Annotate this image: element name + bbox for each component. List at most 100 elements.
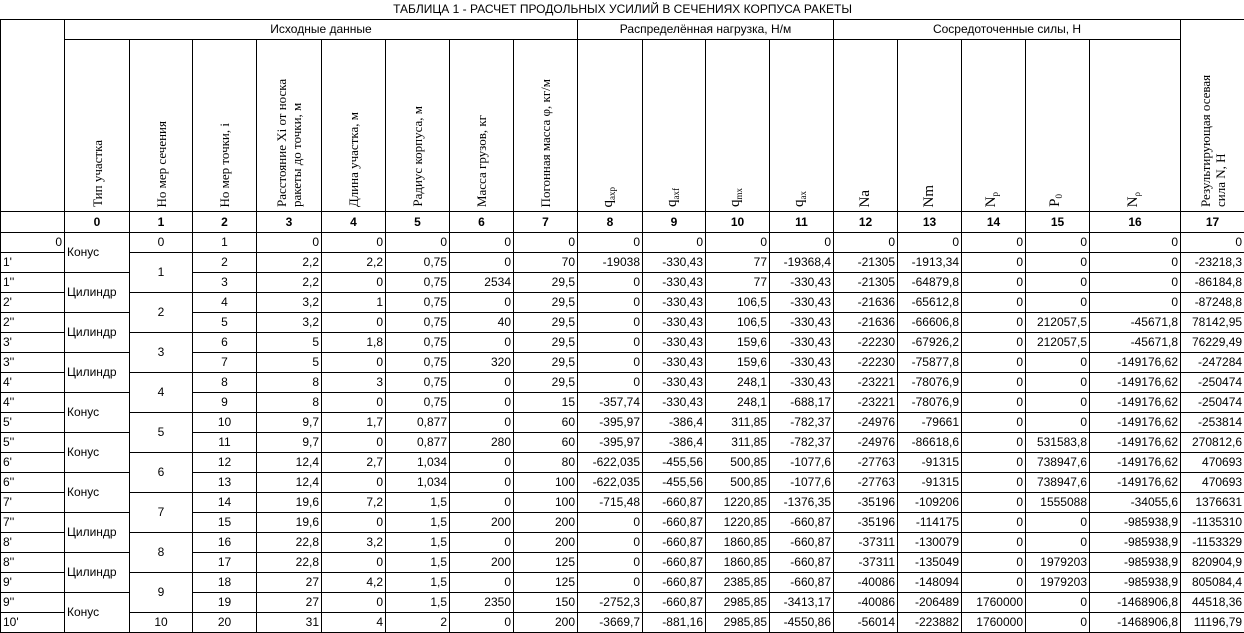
value-cell-col-11: -1077,6 xyxy=(770,473,834,493)
column-index: 8 xyxy=(578,212,643,233)
value-cell-col-11: -330,43 xyxy=(770,293,834,313)
value-cell-col-9: 0 xyxy=(643,233,706,253)
point-number: 9 xyxy=(193,393,257,413)
value-cell-col-5: 2 xyxy=(386,613,450,633)
value-cell-col-11: -330,43 xyxy=(770,333,834,353)
value-cell-col-7: 0 xyxy=(514,233,578,253)
value-cell-col-11: -1376,35 xyxy=(770,493,834,513)
value-cell-col-6: 0 xyxy=(450,533,514,553)
point-number: 16 xyxy=(193,533,257,553)
value-cell-col-12: -21636 xyxy=(834,293,898,313)
row-label: 8' xyxy=(1,533,65,553)
column-header-text: Nρ xyxy=(1126,192,1145,207)
column-index: 12 xyxy=(834,212,898,233)
table-row: 0Конус01000000000000000 xyxy=(1,233,1244,253)
column-header-16: Nρ xyxy=(1090,40,1181,212)
column-index: 6 xyxy=(450,212,514,233)
value-cell-col-7: 29,5 xyxy=(514,273,578,293)
segment-type: Конус xyxy=(65,433,130,473)
section-number: 9 xyxy=(130,573,193,613)
point-number: 1 xyxy=(193,233,257,253)
point-number: 18 xyxy=(193,573,257,593)
value-cell-col-15: 0 xyxy=(1026,413,1090,433)
value-cell-col-6: 40 xyxy=(450,313,514,333)
value-cell-col-12: -24976 xyxy=(834,433,898,453)
value-cell-col-12: -37311 xyxy=(834,533,898,553)
value-cell-col-4: 4 xyxy=(322,613,386,633)
value-cell-col-9: -881,16 xyxy=(643,613,706,633)
rocket-axial-force-table: ТАБЛИЦА 1 - РАСЧЕТ ПРОДОЛЬНЫХ УСИЛИЙ В С… xyxy=(0,0,1244,633)
column-header-15: P0 xyxy=(1026,40,1090,212)
value-cell-col-11: -330,43 xyxy=(770,373,834,393)
value-cell-col-8: -395,97 xyxy=(578,433,643,453)
column-index: 14 xyxy=(962,212,1026,233)
value-cell-col-10: 1860,85 xyxy=(706,553,770,573)
segment-type: Цилиндр xyxy=(65,353,130,393)
value-cell-col-8: -2752,3 xyxy=(578,593,643,613)
value-cell-col-8: 0 xyxy=(578,533,643,553)
value-cell-col-16: -985938,9 xyxy=(1090,533,1181,553)
column-header-subscript: axf xyxy=(671,188,681,200)
value-cell-col-17: 1376631 xyxy=(1181,493,1244,513)
value-cell-col-12: 0 xyxy=(834,233,898,253)
value-cell-col-17: 470693 xyxy=(1181,473,1244,493)
value-cell-col-12: -23221 xyxy=(834,373,898,393)
value-cell-col-12: -35196 xyxy=(834,513,898,533)
value-cell-col-12: -21305 xyxy=(834,273,898,293)
value-cell-col-17: 78142,95 xyxy=(1181,313,1244,333)
value-cell-col-9: -455,56 xyxy=(643,473,706,493)
row-label: 0 xyxy=(1,233,65,253)
value-cell-col-9: -660,87 xyxy=(643,493,706,513)
value-cell-col-3: 31 xyxy=(257,613,322,633)
value-cell-col-7: 125 xyxy=(514,573,578,593)
column-header-text: qmx xyxy=(728,188,747,207)
value-cell-col-14: 0 xyxy=(962,453,1026,473)
value-cell-col-13: -206489 xyxy=(898,593,962,613)
value-cell-col-13: -79661 xyxy=(898,413,962,433)
value-cell-col-11: -782,37 xyxy=(770,413,834,433)
value-cell-col-13: -86618,6 xyxy=(898,433,962,453)
row-label: 3' xyxy=(1,333,65,353)
value-cell-col-14: 0 xyxy=(962,273,1026,293)
section-number: 3 xyxy=(130,333,193,373)
value-cell-col-16: 0 xyxy=(1090,233,1181,253)
column-header-text: Но мер сечения xyxy=(154,121,169,207)
value-cell-col-17: -1153329 xyxy=(1181,533,1244,553)
column-header-subscript: ρ xyxy=(1132,192,1142,197)
row-label: 2'' xyxy=(1,313,65,333)
value-cell-col-3: 22,8 xyxy=(257,533,322,553)
value-cell-col-8: 0 xyxy=(578,553,643,573)
value-cell-col-12: -24976 xyxy=(834,413,898,433)
value-cell-col-17: -87248,8 xyxy=(1181,293,1244,313)
value-cell-col-3: 12,4 xyxy=(257,473,322,493)
column-header-11: qax xyxy=(770,40,834,212)
value-cell-col-14: 0 xyxy=(962,493,1026,513)
value-cell-col-16: -34055,6 xyxy=(1090,493,1181,513)
value-cell-col-5: 1,5 xyxy=(386,513,450,533)
value-cell-col-15: 0 xyxy=(1026,233,1090,253)
column-index: 1 xyxy=(130,212,193,233)
value-cell-col-6: 200 xyxy=(450,513,514,533)
column-header-3: Расстояние Xi от носка ракеты до точки, … xyxy=(257,40,322,212)
table-title: ТАБЛИЦА 1 - РАСЧЕТ ПРОДОЛЬНЫХ УСИЛИЙ В С… xyxy=(1,0,1244,20)
value-cell-col-17: 270812,6 xyxy=(1181,433,1244,453)
value-cell-col-12: -56014 xyxy=(834,613,898,633)
value-cell-col-7: 29,5 xyxy=(514,293,578,313)
column-header-9: qaxf xyxy=(643,40,706,212)
value-cell-col-11: -660,87 xyxy=(770,573,834,593)
value-cell-col-12: -27763 xyxy=(834,473,898,493)
value-cell-col-4: 0 xyxy=(322,473,386,493)
point-number: 8 xyxy=(193,373,257,393)
value-cell-col-15: 0 xyxy=(1026,373,1090,393)
value-cell-col-15: 0 xyxy=(1026,393,1090,413)
value-cell-col-6: 200 xyxy=(450,553,514,573)
value-cell-col-12: -40086 xyxy=(834,593,898,613)
value-cell-col-16: -149176,62 xyxy=(1090,393,1181,413)
value-cell-col-9: -330,43 xyxy=(643,333,706,353)
row-label: 10' xyxy=(1,613,65,633)
value-cell-col-7: 60 xyxy=(514,433,578,453)
value-cell-col-4: 7,2 xyxy=(322,493,386,513)
column-header-6: Масса грузов, кг xyxy=(450,40,514,212)
row-label: 5' xyxy=(1,413,65,433)
value-cell-col-17: 0 xyxy=(1181,233,1244,253)
